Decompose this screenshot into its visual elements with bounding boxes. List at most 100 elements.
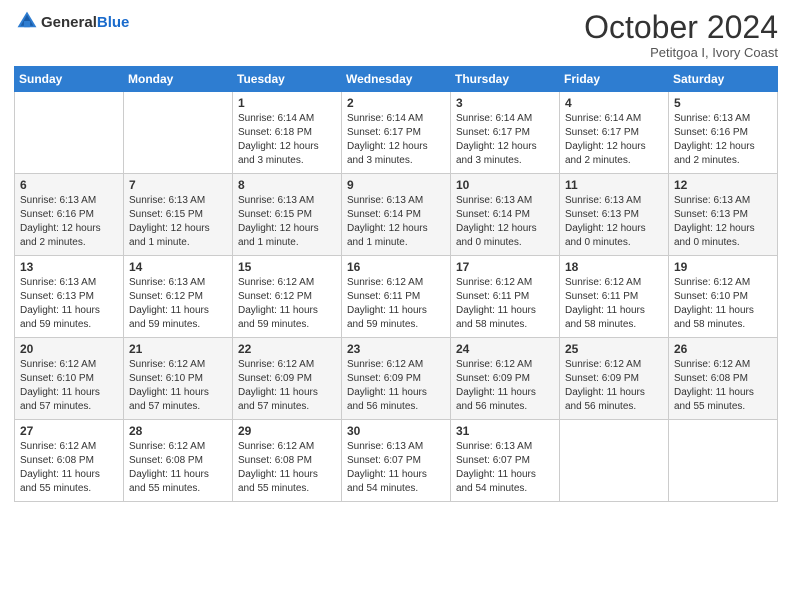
calendar-cell: 13 Sunrise: 6:13 AM Sunset: 6:13 PM Dayli…	[15, 256, 124, 338]
day-number: 3	[456, 96, 554, 110]
day-number: 24	[456, 342, 554, 356]
calendar-body: 1 Sunrise: 6:14 AM Sunset: 6:18 PM Daylig…	[15, 92, 778, 502]
week-row-1: 6 Sunrise: 6:13 AM Sunset: 6:16 PM Daylig…	[15, 174, 778, 256]
week-row-4: 27 Sunrise: 6:12 AM Sunset: 6:08 PM Dayli…	[15, 420, 778, 502]
day-info: Sunrise: 6:13 AM Sunset: 6:15 PM Dayligh…	[129, 194, 227, 250]
calendar-cell: 2 Sunrise: 6:14 AM Sunset: 6:17 PM Daylig…	[342, 92, 451, 174]
day-number: 12	[674, 178, 772, 192]
calendar-cell: 23 Sunrise: 6:12 AM Sunset: 6:09 PM Dayli…	[342, 338, 451, 420]
day-number: 13	[20, 260, 118, 274]
day-info: Sunrise: 6:13 AM Sunset: 6:16 PM Dayligh…	[674, 112, 772, 168]
day-info: Sunrise: 6:12 AM Sunset: 6:10 PM Dayligh…	[129, 358, 227, 414]
day-info: Sunrise: 6:12 AM Sunset: 6:11 PM Dayligh…	[347, 276, 445, 332]
calendar-table: SundayMondayTuesdayWednesdayThursdayFrid…	[14, 66, 778, 502]
calendar-cell: 30Sunrise: 6:13 AM Sunset: 6:07 PM Dayli…	[342, 420, 451, 502]
calendar-cell: 28 Sunrise: 6:12 AM Sunset: 6:08 PM Dayli…	[124, 420, 233, 502]
page: GeneralBlue October 2024 Petitgoa I, Ivo…	[0, 0, 792, 612]
day-info: Sunrise: 6:12 AM Sunset: 6:08 PM Dayligh…	[238, 440, 336, 496]
day-number: 25	[565, 342, 663, 356]
header-day-saturday: Saturday	[669, 67, 778, 92]
day-info: Sunrise: 6:12 AM Sunset: 6:11 PM Dayligh…	[456, 276, 554, 332]
calendar-cell: 6 Sunrise: 6:13 AM Sunset: 6:16 PM Daylig…	[15, 174, 124, 256]
calendar-cell: 24Sunrise: 6:12 AM Sunset: 6:09 PM Dayli…	[451, 338, 560, 420]
calendar-cell: 22Sunrise: 6:12 AM Sunset: 6:09 PM Dayli…	[233, 338, 342, 420]
day-number: 4	[565, 96, 663, 110]
calendar-header: SundayMondayTuesdayWednesdayThursdayFrid…	[15, 67, 778, 92]
day-number: 6	[20, 178, 118, 192]
month-year: October 2024	[584, 10, 778, 45]
calendar-cell	[15, 92, 124, 174]
header-day-sunday: Sunday	[15, 67, 124, 92]
day-number: 8	[238, 178, 336, 192]
day-number: 19	[674, 260, 772, 274]
header-day-wednesday: Wednesday	[342, 67, 451, 92]
day-info: Sunrise: 6:12 AM Sunset: 6:10 PM Dayligh…	[674, 276, 772, 332]
day-number: 21	[129, 342, 227, 356]
day-number: 11	[565, 178, 663, 192]
day-number: 27	[20, 424, 118, 438]
day-info: Sunrise: 6:13 AM Sunset: 6:07 PM Dayligh…	[347, 440, 445, 496]
calendar-cell: 19 Sunrise: 6:12 AM Sunset: 6:10 PM Dayli…	[669, 256, 778, 338]
day-info: Sunrise: 6:14 AM Sunset: 6:18 PM Dayligh…	[238, 112, 336, 168]
day-number: 18	[565, 260, 663, 274]
calendar-cell: 14 Sunrise: 6:13 AM Sunset: 6:12 PM Dayli…	[124, 256, 233, 338]
calendar-cell: 12Sunrise: 6:13 AM Sunset: 6:13 PM Dayli…	[669, 174, 778, 256]
day-info: Sunrise: 6:12 AM Sunset: 6:08 PM Dayligh…	[129, 440, 227, 496]
calendar-cell: 31 Sunrise: 6:13 AM Sunset: 6:07 PM Dayli…	[451, 420, 560, 502]
calendar-cell: 1 Sunrise: 6:14 AM Sunset: 6:18 PM Daylig…	[233, 92, 342, 174]
calendar-cell: 20Sunrise: 6:12 AM Sunset: 6:10 PM Dayli…	[15, 338, 124, 420]
day-info: Sunrise: 6:13 AM Sunset: 6:15 PM Dayligh…	[238, 194, 336, 250]
day-number: 22	[238, 342, 336, 356]
calendar-cell: 3Sunrise: 6:14 AM Sunset: 6:17 PM Daylig…	[451, 92, 560, 174]
day-info: Sunrise: 6:13 AM Sunset: 6:14 PM Dayligh…	[456, 194, 554, 250]
week-row-0: 1 Sunrise: 6:14 AM Sunset: 6:18 PM Daylig…	[15, 92, 778, 174]
calendar-cell: 9Sunrise: 6:13 AM Sunset: 6:14 PM Daylig…	[342, 174, 451, 256]
header-row: SundayMondayTuesdayWednesdayThursdayFrid…	[15, 67, 778, 92]
day-info: Sunrise: 6:14 AM Sunset: 6:17 PM Dayligh…	[347, 112, 445, 168]
day-number: 9	[347, 178, 445, 192]
calendar-cell: 16 Sunrise: 6:12 AM Sunset: 6:11 PM Dayli…	[342, 256, 451, 338]
day-number: 16	[347, 260, 445, 274]
header-day-thursday: Thursday	[451, 67, 560, 92]
day-number: 31	[456, 424, 554, 438]
day-info: Sunrise: 6:13 AM Sunset: 6:13 PM Dayligh…	[20, 276, 118, 332]
header-day-tuesday: Tuesday	[233, 67, 342, 92]
calendar-cell	[669, 420, 778, 502]
day-number: 26	[674, 342, 772, 356]
day-info: Sunrise: 6:12 AM Sunset: 6:09 PM Dayligh…	[347, 358, 445, 414]
day-number: 14	[129, 260, 227, 274]
day-info: Sunrise: 6:12 AM Sunset: 6:08 PM Dayligh…	[20, 440, 118, 496]
calendar-cell: 10Sunrise: 6:13 AM Sunset: 6:14 PM Dayli…	[451, 174, 560, 256]
day-number: 5	[674, 96, 772, 110]
day-number: 7	[129, 178, 227, 192]
calendar-cell: 29 Sunrise: 6:12 AM Sunset: 6:08 PM Dayli…	[233, 420, 342, 502]
calendar-cell: 4 Sunrise: 6:14 AM Sunset: 6:17 PM Daylig…	[560, 92, 669, 174]
day-info: Sunrise: 6:12 AM Sunset: 6:09 PM Dayligh…	[565, 358, 663, 414]
calendar-cell: 8 Sunrise: 6:13 AM Sunset: 6:15 PM Daylig…	[233, 174, 342, 256]
day-number: 1	[238, 96, 336, 110]
day-number: 29	[238, 424, 336, 438]
day-info: Sunrise: 6:14 AM Sunset: 6:17 PM Dayligh…	[565, 112, 663, 168]
week-row-3: 20 Sunrise: 6:12 AM Sunset: 6:10 PM Dayli…	[15, 338, 778, 420]
calendar-cell: 11 Sunrise: 6:13 AM Sunset: 6:13 PM Dayli…	[560, 174, 669, 256]
header-day-monday: Monday	[124, 67, 233, 92]
day-number: 23	[347, 342, 445, 356]
day-number: 28	[129, 424, 227, 438]
calendar-cell: 21 Sunrise: 6:12 AM Sunset: 6:10 PM Dayli…	[124, 338, 233, 420]
header: GeneralBlue October 2024 Petitgoa I, Ivo…	[14, 10, 778, 60]
day-info: Sunrise: 6:13 AM Sunset: 6:12 PM Dayligh…	[129, 276, 227, 332]
logo-general: General	[41, 14, 97, 31]
logo-icon	[16, 10, 38, 32]
day-number: 2	[347, 96, 445, 110]
day-number: 17	[456, 260, 554, 274]
day-info: Sunrise: 6:13 AM Sunset: 6:16 PM Dayligh…	[20, 194, 118, 250]
day-info: Sunrise: 6:13 AM Sunset: 6:07 PM Dayligh…	[456, 440, 554, 496]
day-info: Sunrise: 6:12 AM Sunset: 6:12 PM Dayligh…	[238, 276, 336, 332]
logo: GeneralBlue	[14, 10, 129, 37]
header-day-friday: Friday	[560, 67, 669, 92]
day-info: Sunrise: 6:12 AM Sunset: 6:11 PM Dayligh…	[565, 276, 663, 332]
day-number: 20	[20, 342, 118, 356]
day-info: Sunrise: 6:13 AM Sunset: 6:13 PM Dayligh…	[565, 194, 663, 250]
week-row-2: 13 Sunrise: 6:13 AM Sunset: 6:13 PM Dayli…	[15, 256, 778, 338]
logo-text: GeneralBlue	[41, 15, 129, 32]
